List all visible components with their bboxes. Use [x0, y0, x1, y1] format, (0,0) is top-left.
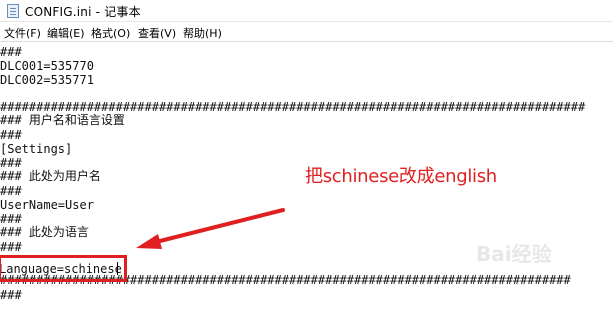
editor-line: DLC002=535771: [0, 73, 94, 87]
menu-format[interactable]: 格式(O): [91, 25, 130, 41]
highlight-box: [0, 255, 127, 282]
editor-line: ###: [0, 240, 22, 254]
editor-line: ###: [0, 184, 22, 198]
editor-line: ### 此处为语言: [0, 225, 89, 239]
notepad-icon: [7, 4, 19, 18]
editor-line: ###: [0, 288, 22, 302]
editor-line: ########################################…: [0, 100, 586, 114]
menu-edit[interactable]: 编辑(E): [47, 25, 85, 41]
editor-line: DLC001=535770: [0, 59, 94, 73]
editor-line: UserName=User: [0, 198, 94, 212]
editor-line: ###: [0, 156, 22, 170]
menu-view[interactable]: 查看(V): [138, 25, 176, 41]
editor-line: ### 此处为用户名: [0, 169, 101, 183]
annotation-label: 把schinese改成english: [305, 166, 497, 187]
editor-line: [Settings]: [0, 142, 73, 156]
title-bar: CONFIG.ini - 记事本: [0, 0, 613, 22]
menu-help[interactable]: 帮助(H): [183, 25, 222, 41]
editor-line: ### 用户名和语言设置: [0, 113, 125, 127]
text-caret: [117, 262, 118, 275]
window-title: CONFIG.ini - 记事本: [25, 5, 141, 19]
menu-bar: 文件(F) 编辑(E) 格式(O) 查看(V) 帮助(H): [0, 22, 613, 42]
editor-line: ###: [0, 128, 22, 142]
editor-line: ###: [0, 45, 22, 59]
menu-file[interactable]: 文件(F): [4, 25, 41, 41]
editor-line: ###: [0, 212, 22, 226]
watermark-logo: Bai经验: [476, 242, 552, 266]
